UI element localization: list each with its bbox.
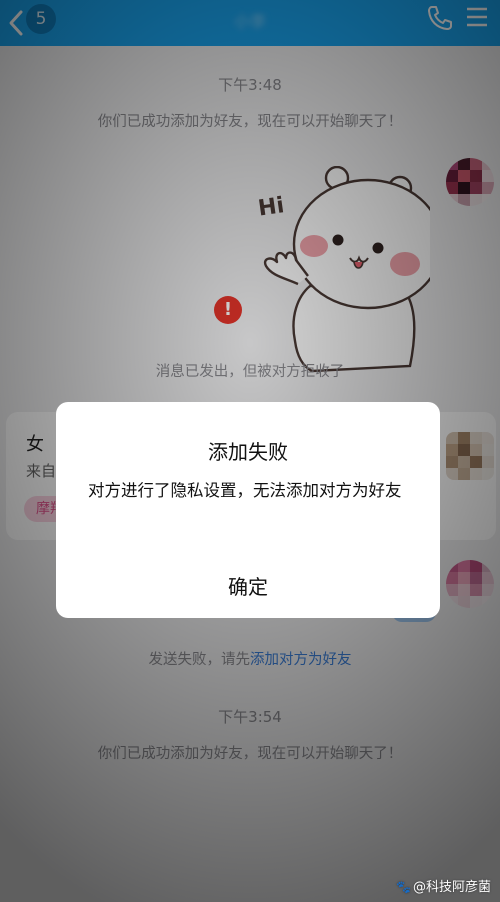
back-chevron-icon[interactable] — [6, 9, 26, 37]
profile-from: 来自 — [26, 462, 57, 480]
paw-icon: 🐾 — [396, 880, 411, 894]
chat-screen: 5 小李 下午3:48 你们已成功添加为好友，现在可以开始聊天了！ Hi ! 消… — [0, 0, 500, 902]
avatar[interactable] — [446, 432, 494, 480]
confirm-button[interactable]: 确定 — [56, 564, 440, 610]
avatar[interactable] — [446, 560, 494, 608]
phone-icon[interactable] — [426, 4, 454, 32]
rejected-notice: 消息已发出，但被对方拒收了 — [155, 364, 345, 380]
profile-gender: 女 — [26, 434, 44, 455]
hi-sticker[interactable]: Hi — [250, 166, 430, 381]
send-failed-notice: 发送失败，请先添加对方为好友 — [0, 648, 500, 669]
system-message: 你们已成功添加为好友，现在可以开始聊天了！ — [97, 746, 403, 762]
timestamp: 下午3:54 — [218, 708, 282, 726]
chat-title: 小李 — [233, 12, 266, 31]
send-error-icon[interactable]: ! — [214, 296, 242, 324]
chat-header: 5 小李 — [0, 0, 500, 46]
menu-icon[interactable] — [466, 6, 488, 28]
dialog-title: 添加失败 — [208, 440, 288, 464]
timestamp: 下午3:48 — [218, 76, 282, 94]
watermark: 🐾 @科技阿彦菌 — [396, 876, 496, 895]
add-friend-link[interactable]: 添加对方为好友 — [250, 652, 352, 668]
sticker-hi-text: Hi — [257, 193, 286, 221]
dialog-message: 对方进行了隐私设置，无法添加对方为好友 — [88, 481, 402, 500]
unread-count-badge[interactable]: 5 — [26, 4, 56, 34]
system-message: 你们已成功添加为好友，现在可以开始聊天了！ — [97, 114, 403, 130]
avatar[interactable] — [446, 158, 494, 206]
watermark-text: @科技阿彦菌 — [412, 880, 491, 895]
add-failed-dialog: 添加失败 对方进行了隐私设置，无法添加对方为好友 确定 — [56, 402, 440, 618]
send-failed-text: 发送失败，请先 — [148, 652, 251, 668]
